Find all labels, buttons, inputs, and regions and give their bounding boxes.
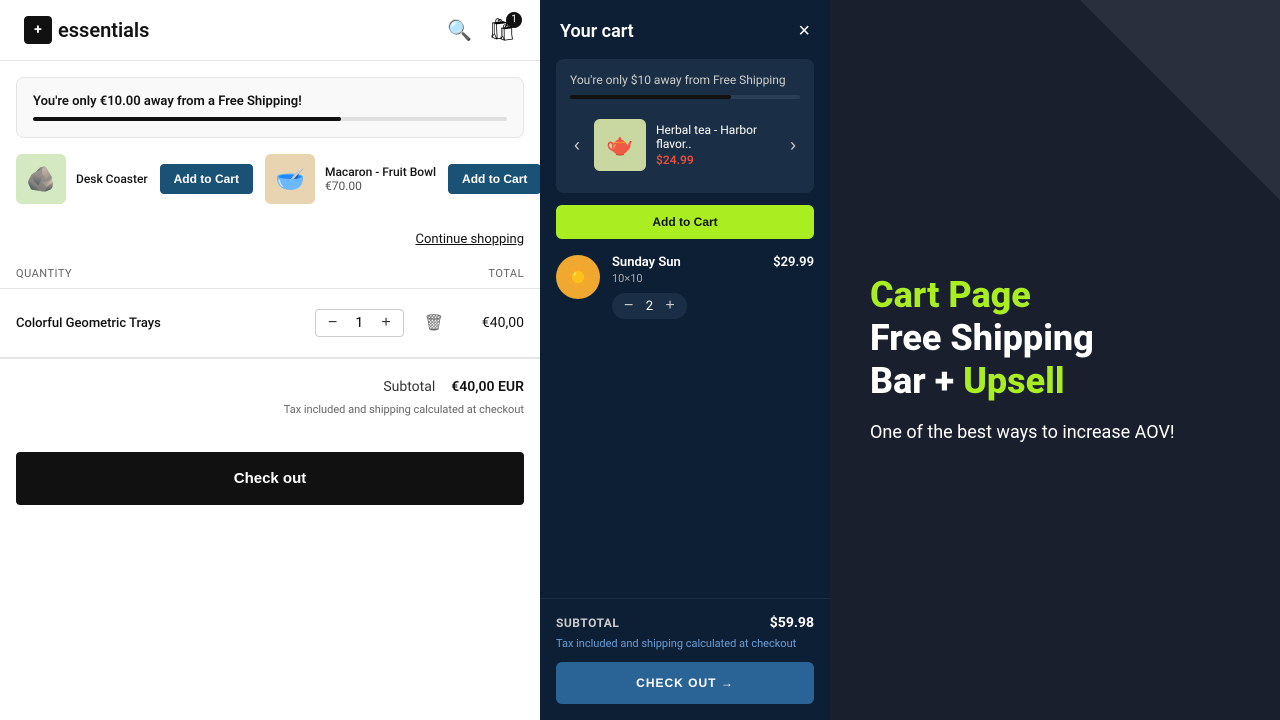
continue-shopping-link[interactable]: Continue shopping bbox=[0, 220, 540, 259]
quantity-header: QUANTITY bbox=[16, 267, 72, 280]
drawer-subtotal-label: SUBTOTAL bbox=[556, 616, 619, 630]
drawer-progress-bg bbox=[570, 95, 800, 99]
drawer-item-info: Sunday Sun 10×10 − 2 + bbox=[612, 255, 761, 319]
drawer-cart-item: ☀️ Sunday Sun 10×10 − 2 + $29.99 bbox=[540, 239, 830, 335]
promo-line3-prefix: Bar + bbox=[870, 360, 963, 402]
promo-headline: Cart Page Free Shipping Bar + Upsell bbox=[870, 274, 1240, 404]
upsell-name-1: Desk Coaster bbox=[76, 172, 148, 186]
store-qty-minus[interactable]: − bbox=[324, 314, 341, 332]
cart-drawer: Your cart × You're only $10 away from Fr… bbox=[540, 0, 830, 720]
drawer-qty-value: 2 bbox=[641, 299, 657, 314]
store-delete-btn[interactable]: 🗑 bbox=[424, 313, 444, 333]
upsell-info-1: Desk Coaster bbox=[76, 172, 148, 186]
promo-sub: One of the best ways to increase AOV! bbox=[870, 419, 1210, 446]
header-icons: 🔍 🛍 1 bbox=[447, 18, 516, 43]
drawer-footer: SUBTOTAL $59.98 Tax included and shippin… bbox=[540, 598, 830, 720]
store-qty-plus[interactable]: + bbox=[377, 314, 394, 332]
store-subtotal-section: Subtotal €40,00 EUR Tax included and shi… bbox=[0, 358, 540, 436]
drawer-shipping-bar: You're only $10 away from Free Shipping … bbox=[556, 59, 814, 193]
drawer-subtotal-row: SUBTOTAL $59.98 bbox=[556, 615, 814, 631]
logo-text: essentials bbox=[58, 18, 149, 42]
store-shipping-banner: You're only €10.00 away from a Free Ship… bbox=[16, 77, 524, 138]
logo-area: + essentials bbox=[24, 16, 149, 44]
drawer-upsell: ‹ 🫖 Herbal tea - Harbor flavor.. $24.99 … bbox=[570, 111, 800, 179]
promo-line3-highlight: Upsell bbox=[963, 360, 1065, 402]
promo-line1: Cart Page bbox=[870, 274, 1240, 317]
store-subtotal-amount: €40,00 EUR bbox=[451, 379, 524, 395]
upsell-price-2: €70.00 bbox=[325, 179, 436, 193]
drawer-close-button[interactable]: × bbox=[798, 20, 810, 43]
drawer-upsell-img: 🫖 bbox=[594, 119, 646, 171]
add-to-cart-button-2[interactable]: Add to Cart bbox=[448, 164, 540, 194]
store-qty-control: − 1 + bbox=[315, 309, 404, 337]
drawer-progress-fill bbox=[570, 95, 731, 99]
store-subtotal-row: Subtotal €40,00 EUR bbox=[16, 379, 524, 395]
promo-line3: Bar + Upsell bbox=[870, 360, 1240, 403]
upsell-name-2: Macaron - Fruit Bowl bbox=[325, 165, 436, 179]
store-shipping-text: You're only €10.00 away from a Free Ship… bbox=[33, 94, 507, 109]
store-header: + essentials 🔍 🛍 1 bbox=[0, 0, 540, 61]
promo-line2: Free Shipping bbox=[870, 317, 1240, 360]
drawer-item-price: $29.99 bbox=[773, 255, 814, 270]
drawer-item-name: Sunday Sun bbox=[612, 255, 761, 270]
cart-icon-wrapper[interactable]: 🛍 1 bbox=[488, 18, 516, 43]
drawer-title: Your cart bbox=[560, 21, 634, 42]
drawer-upsell-info: Herbal tea - Harbor flavor.. $24.99 bbox=[656, 123, 776, 167]
store-qty-value: 1 bbox=[349, 315, 369, 331]
store-cart-item-name: Colorful Geometric Trays bbox=[16, 316, 303, 331]
upsell-info-2: Macaron - Fruit Bowl €70.00 bbox=[325, 165, 436, 193]
drawer-item-img: ☀️ bbox=[556, 255, 600, 299]
drawer-upsell-name: Herbal tea - Harbor flavor.. bbox=[656, 123, 776, 151]
store-panel: + essentials 🔍 🛍 1 You're only €10.00 aw… bbox=[0, 0, 540, 720]
drawer-upsell-next[interactable]: › bbox=[786, 135, 800, 156]
drawer-qty-control: − 2 + bbox=[612, 293, 687, 319]
upsell-item-2: 🥣 Macaron - Fruit Bowl €70.00 bbox=[265, 154, 436, 204]
drawer-subtotal-amount: $59.98 bbox=[770, 615, 814, 631]
drawer-add-to-cart-button[interactable]: Add to Cart bbox=[556, 205, 814, 239]
store-progress-bg bbox=[33, 117, 507, 121]
upsell-item-1: 🪨 Desk Coaster bbox=[16, 154, 148, 204]
drawer-checkout-button[interactable]: CHECK OUT → bbox=[556, 662, 814, 704]
store-item-total: €40,00 bbox=[464, 315, 524, 331]
cart-badge: 1 bbox=[506, 12, 522, 28]
drawer-qty-plus[interactable]: + bbox=[665, 297, 674, 315]
add-to-cart-button-1[interactable]: Add to Cart bbox=[160, 164, 253, 194]
drawer-upsell-price: $24.99 bbox=[656, 153, 776, 167]
store-cart-item-row: Colorful Geometric Trays − 1 + 🗑 €40,00 bbox=[0, 289, 540, 358]
cart-table-header: QUANTITY TOTAL bbox=[0, 259, 540, 289]
store-checkout-button[interactable]: Check out bbox=[16, 452, 524, 505]
drawer-upsell-prev[interactable]: ‹ bbox=[570, 135, 584, 156]
store-tax-note: Tax included and shipping calculated at … bbox=[16, 403, 524, 416]
upsell-img-2: 🥣 bbox=[265, 154, 315, 204]
store-subtotal-label: Subtotal bbox=[383, 379, 435, 395]
store-upsell-row: 🪨 Desk Coaster Add to Cart 🥣 Macaron - F… bbox=[0, 138, 540, 220]
drawer-header: Your cart × bbox=[540, 0, 830, 59]
drawer-shipping-text: You're only $10 away from Free Shipping bbox=[570, 73, 800, 87]
promo-panel: Cart Page Free Shipping Bar + Upsell One… bbox=[830, 0, 1280, 720]
store-progress-fill bbox=[33, 117, 341, 121]
drawer-item-variant: 10×10 bbox=[612, 272, 761, 285]
drawer-tax-note: Tax included and shipping calculated at … bbox=[556, 637, 814, 650]
total-header: TOTAL bbox=[488, 267, 524, 280]
drawer-qty-minus[interactable]: − bbox=[624, 297, 633, 315]
search-icon[interactable]: 🔍 bbox=[447, 18, 472, 42]
logo-icon: + bbox=[24, 16, 52, 44]
upsell-img-1: 🪨 bbox=[16, 154, 66, 204]
